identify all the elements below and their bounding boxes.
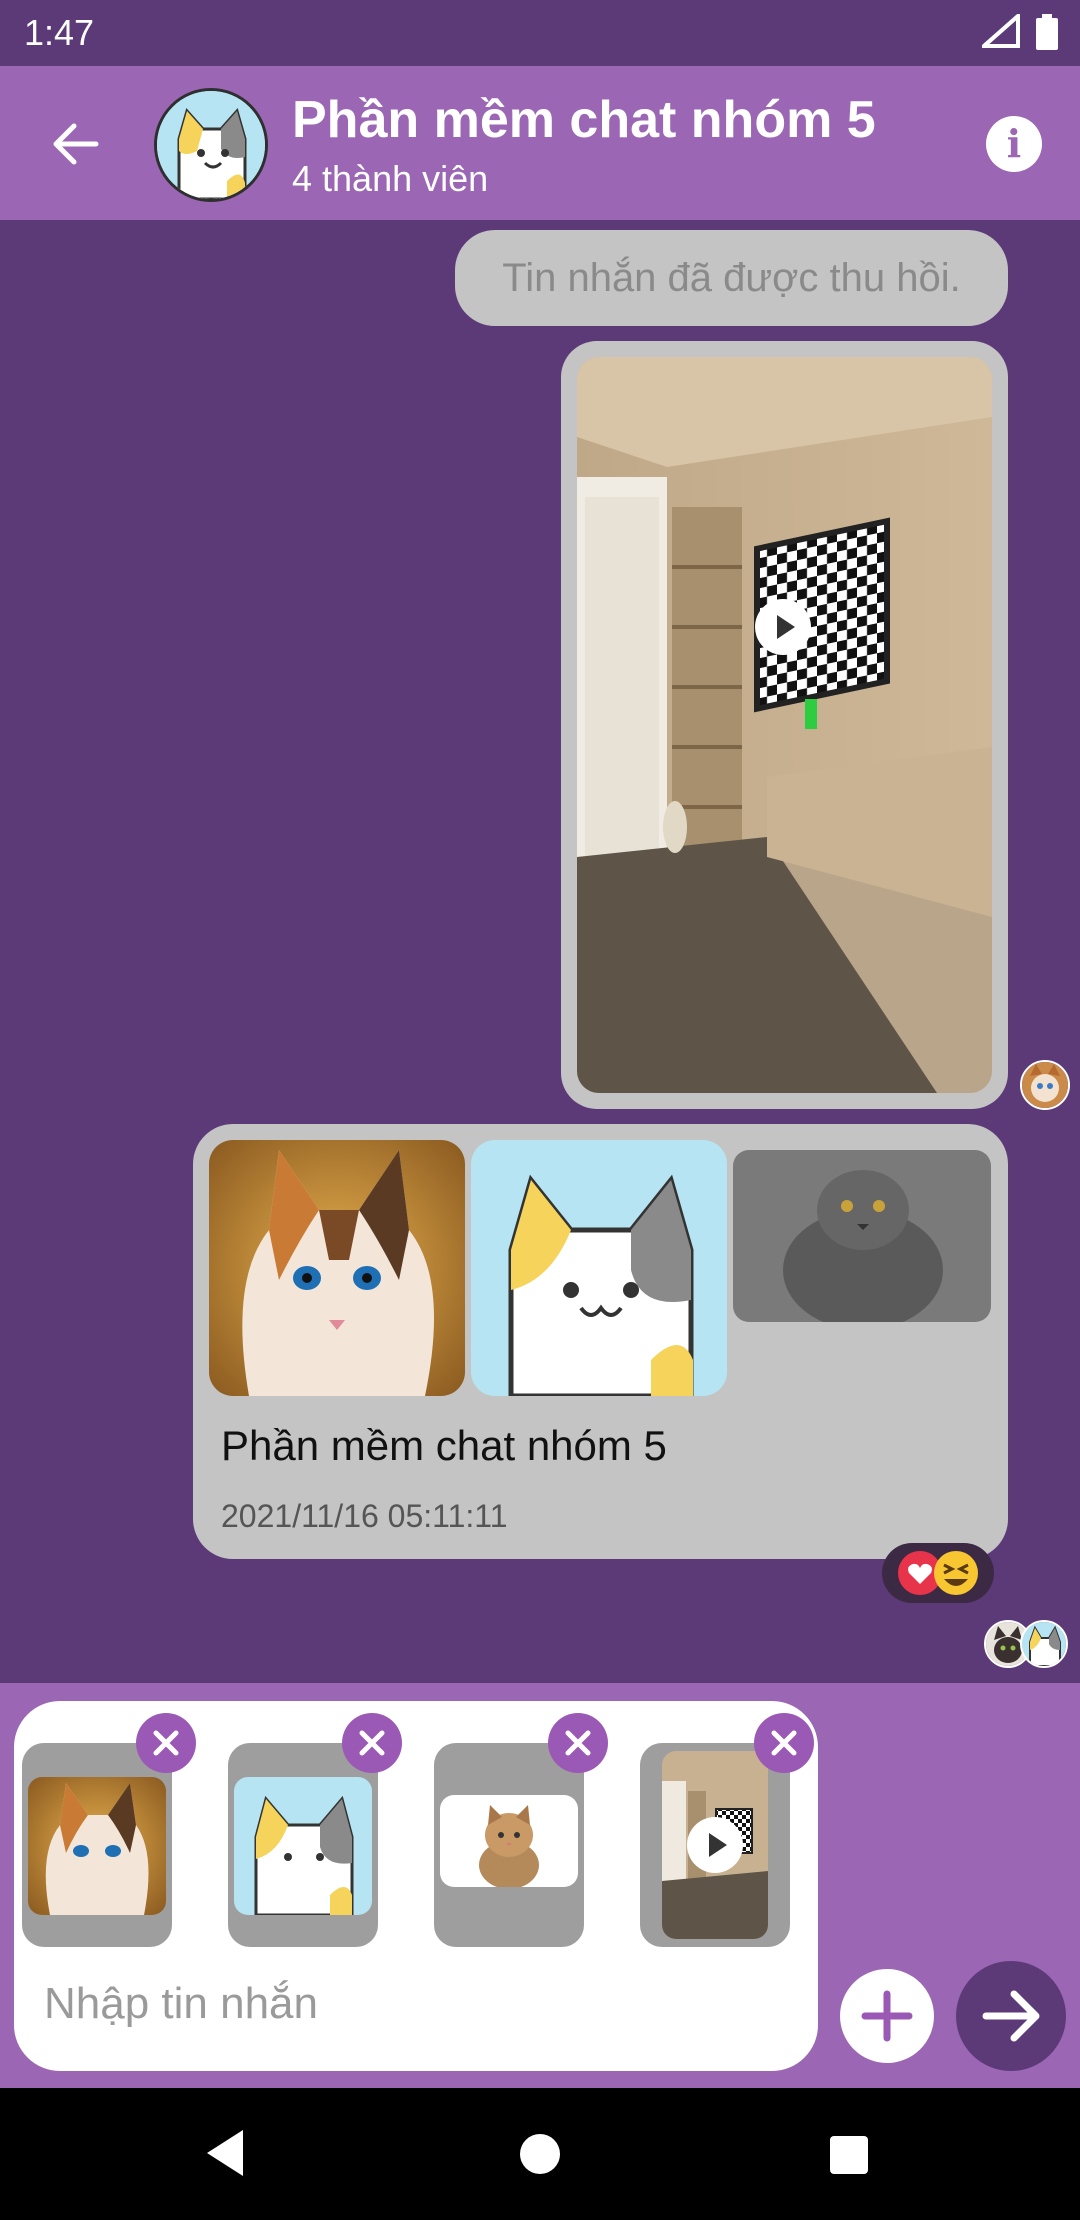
page-title: Phần mềm chat nhóm 5 [292, 91, 876, 149]
composer [0, 1683, 1080, 2088]
attachment-item[interactable] [640, 1743, 790, 1947]
message-image[interactable] [209, 1140, 465, 1396]
message-image[interactable] [471, 1140, 727, 1396]
seen-avatars [984, 1620, 1070, 1668]
remove-icon[interactable] [136, 1713, 196, 1773]
laughing-emoji-icon [934, 1551, 978, 1595]
chat-screen: 1:47 Phần mềm chat nhóm 5 4 thành viên i [0, 0, 1080, 2220]
message-input[interactable] [42, 1963, 786, 2045]
attachment-thumbnail [440, 1795, 578, 1887]
message-image[interactable] [733, 1150, 991, 1322]
nav-home-icon[interactable] [520, 2134, 560, 2174]
play-icon[interactable] [755, 599, 811, 655]
status-bar: 1:47 [0, 0, 1080, 66]
reactions-badge[interactable] [882, 1543, 994, 1603]
image-message[interactable]: Phần mềm chat nhóm 5 2021/11/16 05:11:11 [193, 1124, 1008, 1559]
seen-avatar [1020, 1620, 1068, 1668]
attachment-thumbnail [662, 1751, 768, 1939]
add-attachment-button[interactable] [840, 1969, 934, 2063]
info-icon[interactable]: i [986, 116, 1042, 172]
send-button[interactable] [956, 1961, 1066, 2071]
back-arrow-icon[interactable] [48, 116, 104, 172]
group-avatar[interactable] [154, 88, 268, 202]
plus-icon [861, 1990, 913, 2042]
attachment-item[interactable] [228, 1743, 378, 1947]
remove-icon[interactable] [754, 1713, 814, 1773]
play-icon[interactable] [687, 1817, 743, 1873]
attachment-item[interactable] [434, 1743, 584, 1947]
battery-icon [1036, 14, 1058, 55]
nav-back-icon[interactable] [203, 2128, 247, 2183]
video-thumbnail[interactable] [577, 357, 992, 1093]
attachment-thumbnail [234, 1777, 372, 1915]
video-message[interactable] [561, 341, 1008, 1109]
remove-icon[interactable] [548, 1713, 608, 1773]
message-text: Phần mềm chat nhóm 5 [221, 1422, 667, 1469]
attachment-thumbnail [28, 1777, 166, 1915]
seen-avatar [1020, 1060, 1070, 1110]
status-time: 1:47 [24, 12, 95, 53]
system-nav-bar [0, 2088, 1080, 2220]
send-arrow-icon [982, 1990, 1040, 2042]
nav-recent-icon[interactable] [830, 2136, 868, 2174]
app-bar: Phần mềm chat nhóm 5 4 thành viên i [0, 66, 1080, 220]
member-count: 4 thành viên [292, 158, 489, 199]
signal-icon [978, 11, 1020, 53]
recalled-message[interactable]: Tin nhắn đã được thu hồi. [455, 230, 1008, 326]
compose-box [14, 1701, 818, 2071]
message-timestamp: 2021/11/16 05:11:11 [221, 1498, 508, 1534]
remove-icon[interactable] [342, 1713, 402, 1773]
attachment-item[interactable] [22, 1743, 172, 1947]
